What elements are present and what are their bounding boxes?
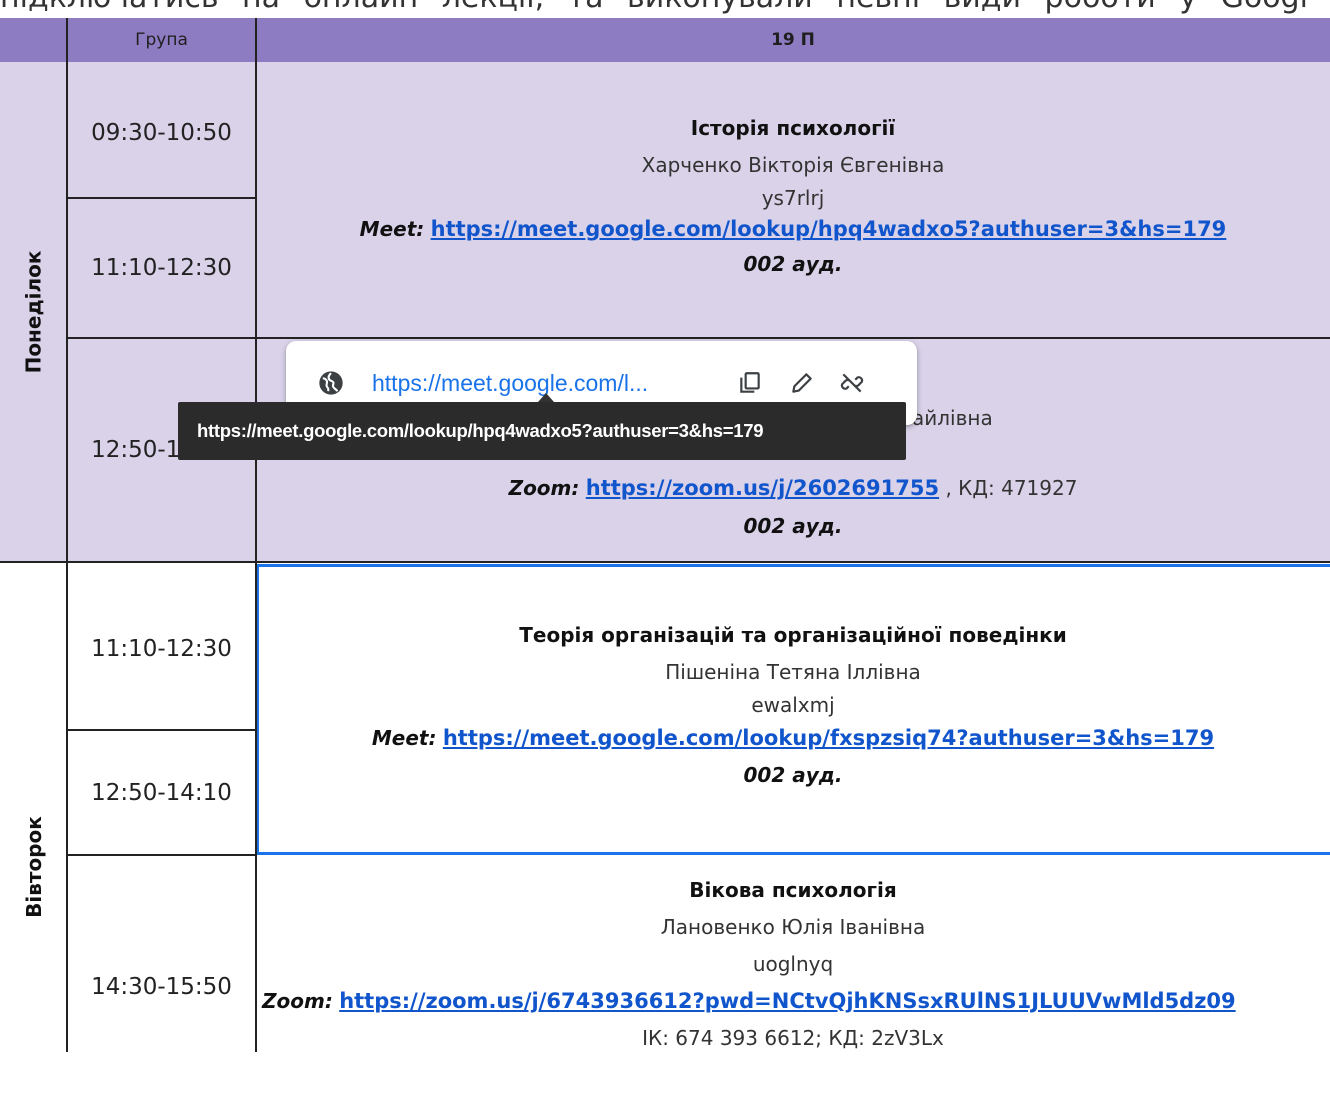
time-slot[interactable]: 09:30-10:50 bbox=[67, 68, 256, 198]
subject-name: Історія психології bbox=[690, 116, 896, 140]
unlink-icon[interactable] bbox=[837, 368, 867, 398]
time-slot[interactable]: 12:50-14:10 bbox=[67, 730, 256, 855]
lesson-cell[interactable]: Теорія організацій та організаційної пов… bbox=[256, 617, 1330, 807]
url-tooltip: https://meet.google.com/lookup/hpq4wadxo… bbox=[178, 402, 906, 460]
grid-line bbox=[67, 197, 256, 199]
room-number: 002 ауд. bbox=[743, 763, 843, 787]
header-corner-cell[interactable] bbox=[0, 18, 67, 62]
link-label: Zoom: bbox=[262, 989, 333, 1013]
time-slot[interactable]: 14:30-15:50 bbox=[67, 855, 256, 1119]
lesson-cell[interactable]: Історія психології Харченко Вікторія Євг… bbox=[256, 110, 1330, 300]
header-group-name[interactable]: 19 П bbox=[256, 18, 1330, 62]
zoom-link[interactable]: https://zoom.us/j/6743936612?pwd=NCtvQjh… bbox=[339, 989, 1235, 1013]
subject-name: Вікова психологія bbox=[689, 878, 897, 902]
link-label: Meet: bbox=[359, 217, 425, 241]
class-code: uoglnyq bbox=[752, 952, 834, 976]
tooltip-caret bbox=[538, 393, 554, 402]
edit-icon[interactable] bbox=[787, 368, 817, 398]
copy-icon[interactable] bbox=[735, 368, 765, 398]
teacher-name: Харченко Вікторія Євгенівна bbox=[641, 153, 945, 177]
zoom-link-line: Zoom: https://zoom.us/j/2602691755 , КД:… bbox=[256, 471, 1330, 505]
header-group-label[interactable]: Група bbox=[67, 18, 256, 62]
link-label: Zoom: bbox=[508, 476, 580, 500]
grid-line bbox=[66, 18, 68, 1052]
grid-line bbox=[255, 18, 257, 1052]
time-slot[interactable]: 11:10-12:30 bbox=[67, 198, 256, 338]
zoom-link-line: Zoom: https://zoom.us/j/6743936612?pwd=N… bbox=[256, 983, 1330, 1020]
day-name: Понеділок bbox=[21, 250, 46, 374]
lesson-cell[interactable]: Вікова психологія Лановенко Юлія Іванівн… bbox=[256, 872, 1330, 1052]
grid-line bbox=[0, 561, 1330, 563]
meet-link-line: Meet: https://meet.google.com/lookup/fxs… bbox=[256, 719, 1330, 757]
day-label-monday[interactable]: Понеділок bbox=[0, 62, 67, 562]
zoom-link[interactable]: https://zoom.us/j/2602691755 bbox=[586, 476, 939, 500]
day-name: Вівторок bbox=[21, 816, 46, 918]
meet-link-line: Meet: https://meet.google.com/lookup/hpq… bbox=[256, 212, 1330, 246]
teacher-name: Лановенко Юлія Іванівна bbox=[660, 915, 926, 939]
meet-link[interactable]: https://meet.google.com/lookup/fxspzsiq7… bbox=[443, 726, 1214, 750]
grid-line bbox=[67, 337, 1330, 339]
teacher-name: Пішеніна Тетяна Іллівна bbox=[665, 660, 921, 684]
link-label: Meet: bbox=[371, 726, 437, 750]
teacher-name-partial: айлівна bbox=[912, 406, 993, 430]
grid-line bbox=[67, 729, 256, 731]
class-code: ys7rlrj bbox=[761, 186, 825, 210]
globe-icon bbox=[316, 368, 346, 398]
link-suffix: , КД: 471927 bbox=[945, 476, 1078, 500]
subject-name: Теорія організацій та організаційної пов… bbox=[519, 623, 1067, 647]
room-number: 002 ауд. bbox=[743, 514, 843, 538]
document-text-line: підключатись на онлайн лекції, та викону… bbox=[0, 0, 1330, 18]
room-number: 002 ауд. bbox=[743, 252, 843, 276]
class-code: ewalxmj bbox=[751, 693, 835, 717]
meet-link[interactable]: https://meet.google.com/lookup/hpq4wadxo… bbox=[431, 217, 1227, 241]
grid-line bbox=[67, 854, 256, 856]
time-slot[interactable]: 11:10-12:30 bbox=[67, 568, 256, 730]
conference-ids: ІК: 674 393 6612; КД: 2zV3Lx bbox=[642, 1026, 944, 1050]
day-label-tuesday[interactable]: Вівторок bbox=[0, 562, 67, 1052]
